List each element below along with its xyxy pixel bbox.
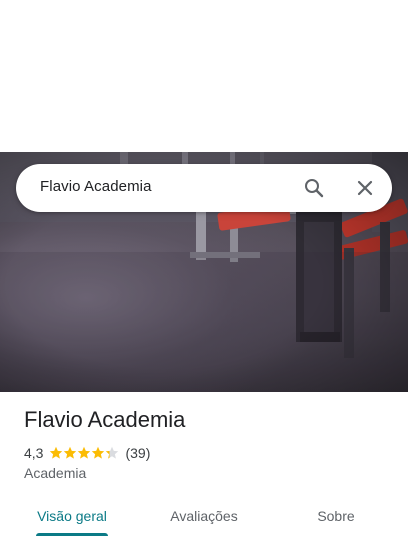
place-title: Flavio Academia [24, 407, 186, 432]
star-icon [92, 446, 105, 459]
blank-top-area [0, 0, 408, 152]
place-category[interactable]: Academia [24, 465, 86, 481]
tab-label: Visão geral [37, 508, 107, 524]
star-icon [78, 446, 91, 459]
star-icon [50, 446, 63, 459]
rating-row[interactable]: 4,3 (39) [24, 444, 150, 462]
search-input[interactable]: Flavio Academia [40, 178, 152, 195]
tab-avaliacoes[interactable]: Avaliações [154, 496, 254, 536]
search-icon[interactable] [302, 176, 326, 200]
tab-label: Sobre [317, 508, 355, 524]
star-rating [49, 446, 119, 460]
search-bar[interactable]: Flavio Academia [16, 164, 392, 212]
tab-bar: Visão geral Avaliações Sobre [0, 496, 408, 544]
active-tab-indicator [36, 533, 108, 536]
star-icon [64, 446, 77, 459]
close-icon[interactable] [353, 176, 377, 200]
star-icon [106, 446, 119, 459]
review-count[interactable]: (39) [125, 445, 150, 461]
rating-value: 4,3 [24, 445, 44, 461]
tab-sobre[interactable]: Sobre [286, 496, 386, 536]
tab-label: Avaliações [170, 508, 238, 524]
tab-visao-geral[interactable]: Visão geral [22, 496, 122, 536]
